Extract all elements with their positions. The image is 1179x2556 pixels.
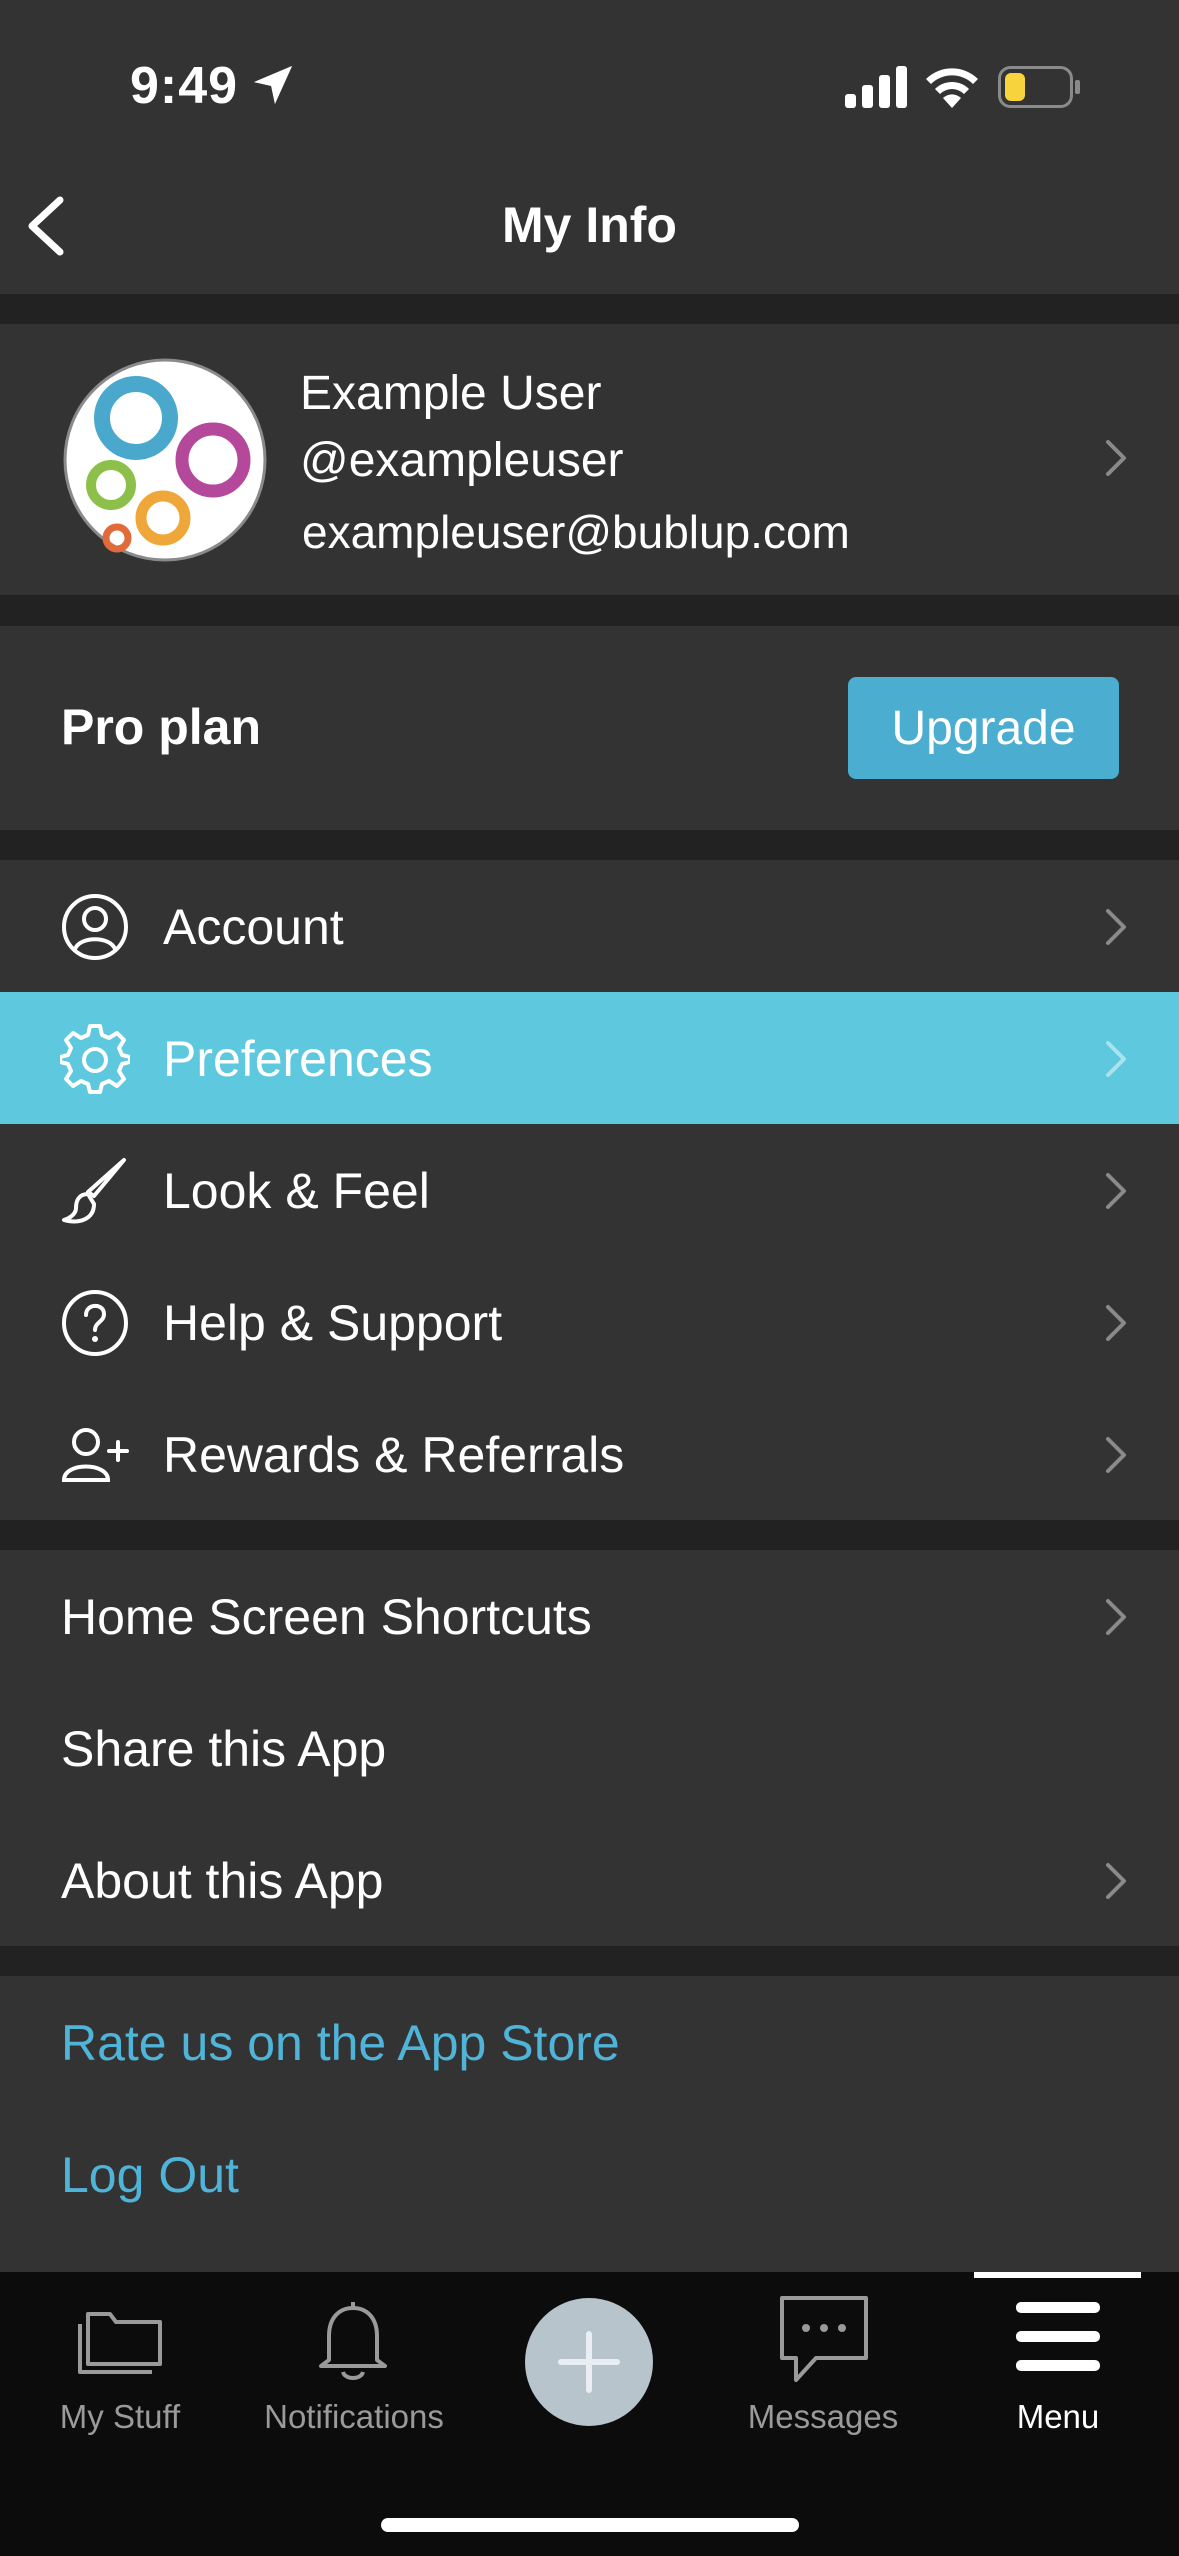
active-tab-indicator <box>974 2272 1141 2278</box>
paintbrush-icon <box>62 1158 126 1224</box>
chevron-right-icon <box>1106 440 1126 476</box>
avatar[interactable] <box>63 358 267 562</box>
account-row[interactable]: Account <box>0 860 1179 992</box>
profile-handle: @exampleuser <box>300 434 624 487</box>
chevron-right-icon <box>1106 1173 1126 1209</box>
wifi-icon <box>926 68 978 108</box>
plan-label: Pro plan <box>61 699 262 755</box>
hamburger-icon[interactable] <box>1016 2300 1100 2374</box>
tab-menu[interactable]: Menu <box>978 2398 1138 2436</box>
tab-my-stuff[interactable]: My Stuff <box>40 2398 200 2436</box>
rate-app-link[interactable]: Rate us on the App Store <box>61 2014 620 2072</box>
bell-icon[interactable] <box>313 2296 393 2382</box>
profile-email: exampleuser@bublup.com <box>302 506 850 558</box>
account-label: Account <box>163 899 344 955</box>
help-support-row[interactable]: Help & Support <box>0 1256 1179 1388</box>
rewards-referrals-label: Rewards & Referrals <box>163 1427 625 1483</box>
tab-notifications[interactable]: Notifications <box>244 2398 464 2436</box>
look-and-feel-label: Look & Feel <box>163 1163 430 1219</box>
battery-icon <box>998 66 1080 108</box>
preferences-label: Preferences <box>163 1031 433 1087</box>
folder-icon[interactable] <box>76 2302 164 2374</box>
preferences-row[interactable]: Preferences <box>0 992 1179 1124</box>
log-out-link[interactable]: Log Out <box>61 2146 239 2204</box>
chevron-right-icon <box>1106 1599 1126 1635</box>
gear-icon <box>60 1024 130 1094</box>
look-and-feel-row[interactable]: Look & Feel <box>0 1124 1179 1256</box>
log-out-row[interactable]: Log Out <box>0 2108 1179 2240</box>
about-app-label: About this App <box>61 1853 384 1909</box>
home-screen-shortcuts-row[interactable]: Home Screen Shortcuts <box>0 1550 1179 1682</box>
help-icon <box>62 1290 128 1356</box>
upgrade-button[interactable]: Upgrade <box>848 677 1119 779</box>
chevron-right-icon <box>1106 909 1126 945</box>
share-app-label: Share this App <box>61 1721 387 1777</box>
add-user-icon <box>61 1428 129 1482</box>
home-screen-shortcuts-label: Home Screen Shortcuts <box>61 1589 592 1645</box>
cellular-signal-icon <box>845 66 907 108</box>
chevron-right-icon <box>1106 1041 1126 1077</box>
chevron-right-icon <box>1106 1305 1126 1341</box>
account-icon <box>62 894 128 960</box>
location-arrow-icon <box>253 65 293 105</box>
rate-app-row[interactable]: Rate us on the App Store <box>0 1976 1179 2108</box>
rewards-referrals-row[interactable]: Rewards & Referrals <box>0 1388 1179 1520</box>
status-time: 9:49 <box>130 57 239 115</box>
home-indicator <box>381 2518 799 2532</box>
about-app-row[interactable]: About this App <box>0 1814 1179 1946</box>
chat-icon[interactable] <box>776 2292 872 2388</box>
chevron-right-icon <box>1106 1863 1126 1899</box>
plus-icon <box>558 2331 620 2393</box>
tab-messages[interactable]: Messages <box>720 2398 926 2436</box>
help-support-label: Help & Support <box>163 1295 503 1351</box>
profile-name: Example User <box>300 367 602 420</box>
chevron-right-icon <box>1106 1437 1126 1473</box>
share-app-row[interactable]: Share this App <box>0 1682 1179 1814</box>
page-title: My Info <box>502 197 677 253</box>
